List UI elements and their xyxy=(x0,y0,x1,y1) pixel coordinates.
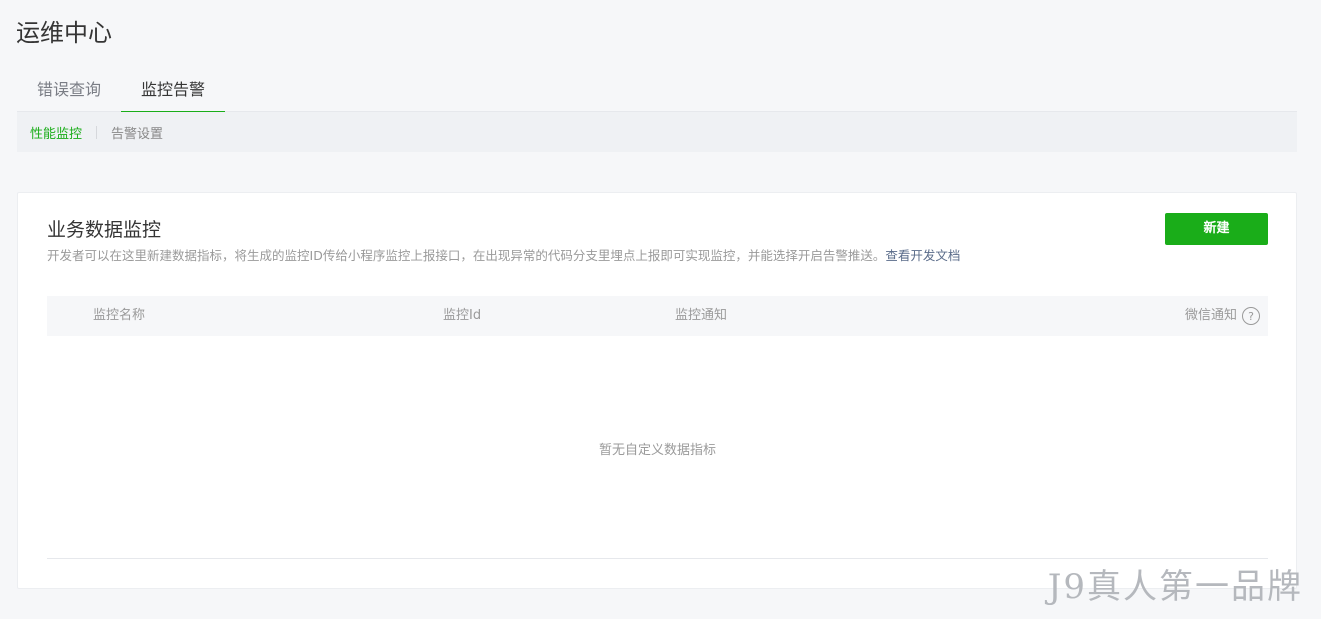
column-wechat-notify-label: 微信通知 xyxy=(1184,308,1237,323)
page: 运维中心 错误查询 监控告警 性能监控 告警设置 业务数据监控 开发者可以在这里… xyxy=(0,0,1321,619)
card-description: 开发者可以在这里新建数据指标，将生成的监控ID传给小程序监控上报接口，在出现异常… xyxy=(47,247,1107,265)
card-description-text: 开发者可以在这里新建数据指标，将生成的监控ID传给小程序监控上报接口，在出现异常… xyxy=(47,248,886,263)
view-docs-link[interactable]: 查看开发文档 xyxy=(885,248,960,263)
page-title: 运维中心 xyxy=(16,19,112,47)
column-monitor-notify: 监控通知 xyxy=(675,308,728,323)
empty-state-text: 暂无自定义数据指标 xyxy=(598,443,716,458)
main-tabs: 错误查询 监控告警 xyxy=(17,72,1297,113)
table-divider xyxy=(47,558,1268,559)
column-wechat-notify: 微信通知 ? xyxy=(1185,296,1260,336)
card-title: 业务数据监控 xyxy=(47,219,162,241)
subtab-performance-monitor[interactable]: 性能监控 xyxy=(30,123,82,142)
business-monitor-card: 业务数据监控 开发者可以在这里新建数据指标，将生成的监控ID传给小程序监控上报接… xyxy=(17,192,1297,589)
tab-monitor-alert[interactable]: 监控告警 xyxy=(121,72,226,113)
table-header: 监控名称 监控Id 监控通知 微信通知 ? xyxy=(47,296,1268,336)
column-monitor-name: 监控名称 xyxy=(93,308,146,323)
subtab-alert-settings[interactable]: 告警设置 xyxy=(111,123,163,142)
sub-tabs: 性能监控 告警设置 xyxy=(17,112,1297,152)
watermark: J9真人第一品牌 xyxy=(1047,567,1303,607)
tab-error-query[interactable]: 错误查询 xyxy=(17,72,121,112)
sub-tab-divider xyxy=(96,125,98,139)
new-button[interactable]: 新建 xyxy=(1165,213,1268,245)
column-monitor-id: 监控Id xyxy=(443,308,482,323)
help-icon[interactable]: ? xyxy=(1242,307,1260,325)
